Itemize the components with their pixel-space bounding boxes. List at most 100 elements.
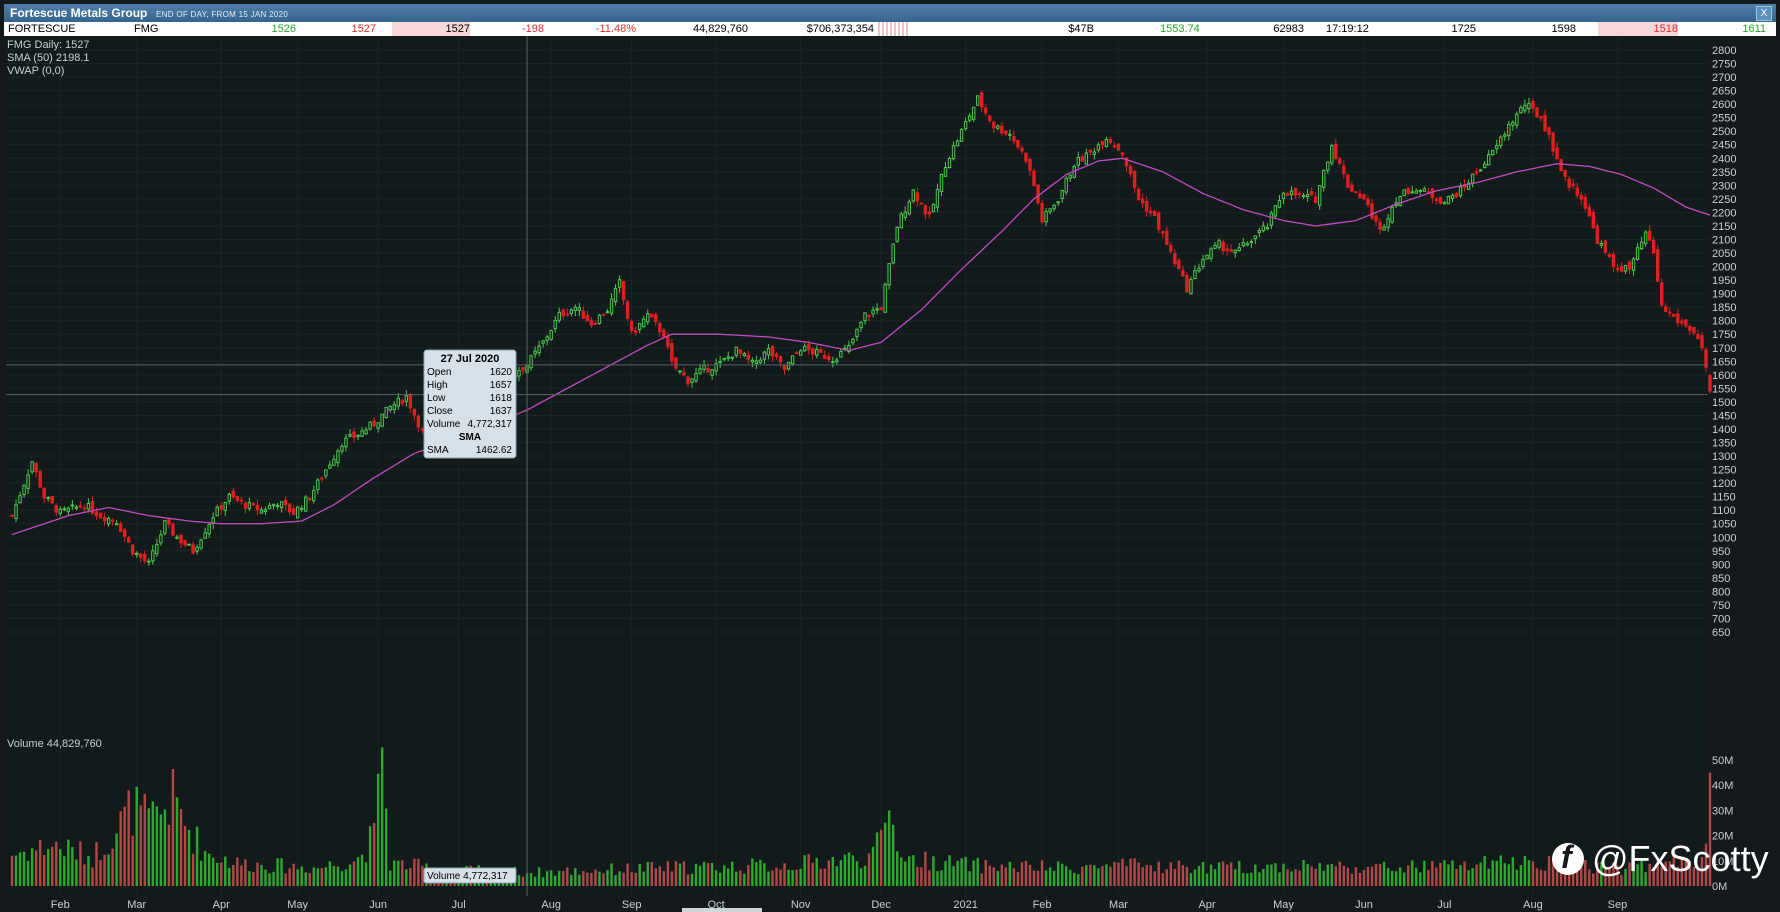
volume-bar — [706, 863, 710, 886]
candle-body — [1346, 174, 1350, 189]
candle-body — [1450, 194, 1455, 199]
candle-body — [718, 360, 722, 363]
candle-body — [1575, 187, 1579, 196]
volume-bar — [1483, 856, 1486, 886]
volume-bar — [1189, 873, 1193, 886]
candle-body — [823, 354, 827, 359]
candle-body — [1591, 212, 1596, 229]
volume-bar — [638, 863, 641, 886]
volume-bar — [775, 867, 778, 886]
volume-bar — [1338, 861, 1342, 886]
candle-body — [1478, 169, 1483, 172]
candle-body — [1281, 192, 1286, 200]
tooltip-volume: 4,772,317 — [468, 419, 513, 430]
candle-body — [219, 505, 223, 510]
candle-body — [1599, 243, 1604, 246]
candle-body — [1503, 134, 1507, 137]
volume-bar — [1543, 870, 1547, 886]
candle-body — [746, 354, 751, 360]
volume-bar — [1238, 861, 1241, 886]
candle-body — [1595, 225, 1600, 244]
price-tick-label: 2600 — [1712, 99, 1736, 111]
candle-body — [279, 501, 284, 509]
volume-bar — [1419, 872, 1422, 886]
price-volume-chart[interactable]: 650 700750 800850 900950 10001050 11001150 120… — [0, 36, 1780, 912]
candle-body — [851, 338, 855, 344]
volume-bar — [1177, 860, 1181, 886]
candle-body — [151, 550, 155, 562]
month-tick-label: May — [287, 899, 308, 911]
candle — [1040, 200, 1044, 224]
candle-body — [344, 437, 348, 448]
candle-body — [581, 310, 586, 319]
volume-bar — [1459, 865, 1462, 886]
volume-bar — [879, 829, 883, 886]
candle-body — [545, 336, 549, 341]
candle — [38, 469, 42, 489]
volume-bar — [119, 811, 122, 886]
candle-body — [1684, 319, 1688, 327]
candle-body — [702, 364, 706, 370]
volume-bar — [1161, 873, 1164, 886]
close-button[interactable]: X — [1756, 6, 1772, 21]
candle-body — [1631, 258, 1636, 271]
candle-body — [1495, 145, 1499, 150]
volume-bar — [1374, 863, 1378, 886]
volume-bar — [1089, 864, 1092, 886]
candle-body — [1326, 161, 1330, 171]
volume-bar — [300, 866, 303, 886]
candle-body — [420, 428, 425, 431]
candle-body — [126, 537, 131, 543]
volume-bar — [1411, 860, 1414, 886]
candle-body — [1189, 278, 1193, 295]
volume-bar — [1221, 861, 1225, 886]
candle-body — [1635, 247, 1640, 260]
candle — [1402, 189, 1406, 197]
volume-bar — [602, 873, 605, 886]
price-tick-label: 800 — [1712, 586, 1730, 598]
volume-bar — [1153, 871, 1156, 886]
volume-bar — [626, 863, 629, 886]
candle-body — [275, 504, 280, 507]
candle-body — [388, 405, 392, 411]
candle-body — [601, 313, 606, 316]
volume-bar — [562, 870, 565, 886]
candle-body — [1547, 127, 1551, 135]
candle-body — [1104, 139, 1109, 148]
volume-bar — [759, 859, 762, 886]
price-tick-label: 2650 — [1712, 86, 1736, 98]
candle-body — [887, 263, 891, 286]
volume-bar — [751, 858, 754, 886]
volume-bar — [264, 869, 267, 886]
candle-body — [1398, 196, 1402, 207]
candle-body — [1334, 143, 1338, 159]
volume-bar — [1181, 865, 1185, 886]
candle-body — [1128, 166, 1133, 174]
volume-bar — [1109, 866, 1112, 886]
candle-body — [613, 287, 618, 303]
volume-bar — [622, 872, 625, 886]
horizontal-scroll-thumb[interactable] — [682, 908, 762, 912]
volume-bar — [964, 856, 967, 886]
volume-bar — [1535, 868, 1539, 886]
candle-body — [86, 502, 91, 510]
price-tick-label: 1200 — [1712, 478, 1736, 490]
volume-bar — [904, 861, 907, 886]
candle-body — [1414, 190, 1418, 194]
candle-body — [754, 360, 759, 365]
candle-body — [1655, 249, 1660, 282]
candle-body — [179, 535, 183, 544]
candle-body — [947, 157, 952, 169]
volume-bar — [1439, 862, 1442, 886]
volume-bar — [1213, 869, 1217, 886]
volume-bar — [376, 773, 380, 886]
fxscotty-logo-icon — [1552, 839, 1584, 876]
volume-bar — [236, 857, 239, 886]
candle-body — [412, 409, 417, 416]
window-titlebar[interactable]: Fortescue Metals Group END OF DAY, FROM … — [4, 4, 1776, 22]
volume-bar — [179, 809, 183, 886]
volume-bar — [312, 867, 315, 886]
candle-body — [827, 356, 831, 361]
candle-body — [549, 330, 553, 340]
candle-body — [1515, 113, 1519, 126]
